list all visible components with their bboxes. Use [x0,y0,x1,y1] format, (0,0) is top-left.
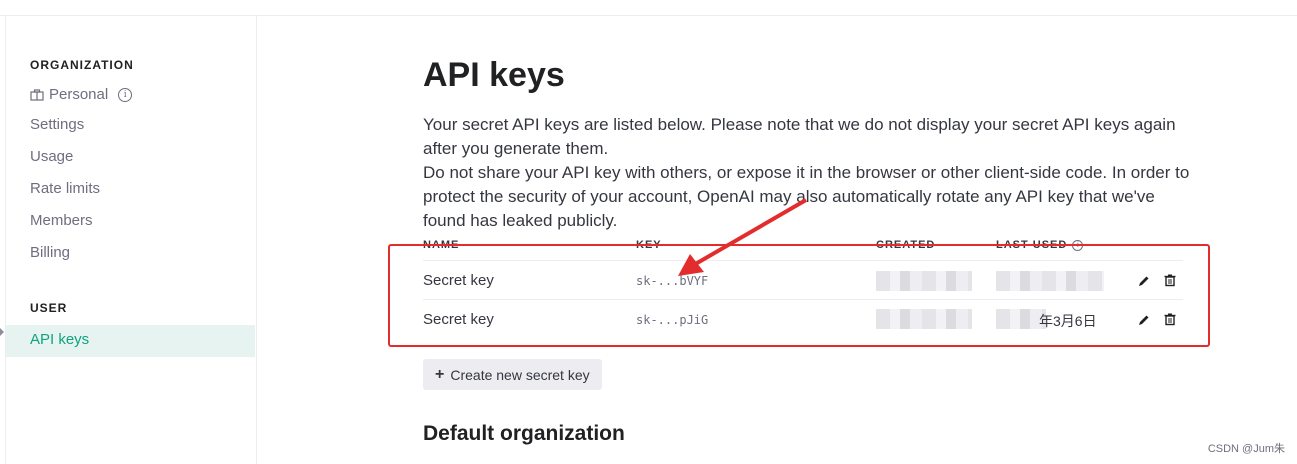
top-bar [0,0,1297,16]
last-used-date: 年3月6日 [1039,313,1097,329]
user-heading: USER [30,301,68,315]
plus-icon: + [435,365,445,383]
collapse-handle-icon[interactable] [0,328,4,336]
key-name: Secret key [423,272,494,289]
building-icon [30,88,44,101]
row-divider [423,299,1183,300]
column-header-last-used: LAST USED i [996,239,1084,251]
sidebar-item-members[interactable]: Members [30,211,93,231]
last-used-redacted [996,271,1104,291]
organization-heading: ORGANIZATION [30,58,134,72]
column-header-last-used-label: LAST USED [996,239,1068,251]
info-icon[interactable]: i [118,87,133,102]
create-secret-key-label: Create new secret key [450,366,590,383]
default-organization-heading: Default organization [423,422,625,445]
created-date-redacted [876,271,972,291]
sidebar-item-label: API keys [30,331,90,348]
delete-trash-icon[interactable] [1163,273,1177,287]
org-switcher[interactable]: Personal i [30,86,133,103]
org-name: Personal [49,86,109,103]
watermark: CSDN @Jum朱 [1207,443,1285,455]
info-icon[interactable]: i [1072,239,1084,251]
delete-trash-icon[interactable] [1163,312,1177,326]
create-secret-key-button[interactable]: + Create new secret key [423,359,602,390]
sidebar-item-rate-limits[interactable]: Rate limits [30,179,100,199]
description-paragraph-1: Your secret API keys are listed below. P… [423,115,1176,158]
key-name: Secret key [423,311,494,328]
edit-pencil-icon[interactable] [1137,313,1151,327]
column-header-created: CREATED [876,239,936,251]
key-value: sk-...pJiG [636,313,709,327]
sidebar-item-settings[interactable]: Settings [30,115,84,135]
column-header-key: KEY [636,239,662,251]
created-date-redacted [876,309,972,329]
edit-pencil-icon[interactable] [1137,274,1151,288]
annotation-arrow-icon [678,198,808,276]
sidebar-item-usage[interactable]: Usage [30,147,73,167]
sidebar-item-api-keys[interactable]: API keys [6,325,255,357]
column-header-name: NAME [423,239,460,251]
sidebar: ORGANIZATION Personal i Settings Usage R… [5,16,257,464]
sidebar-item-billing[interactable]: Billing [30,243,70,263]
page-title: API keys [423,56,565,94]
